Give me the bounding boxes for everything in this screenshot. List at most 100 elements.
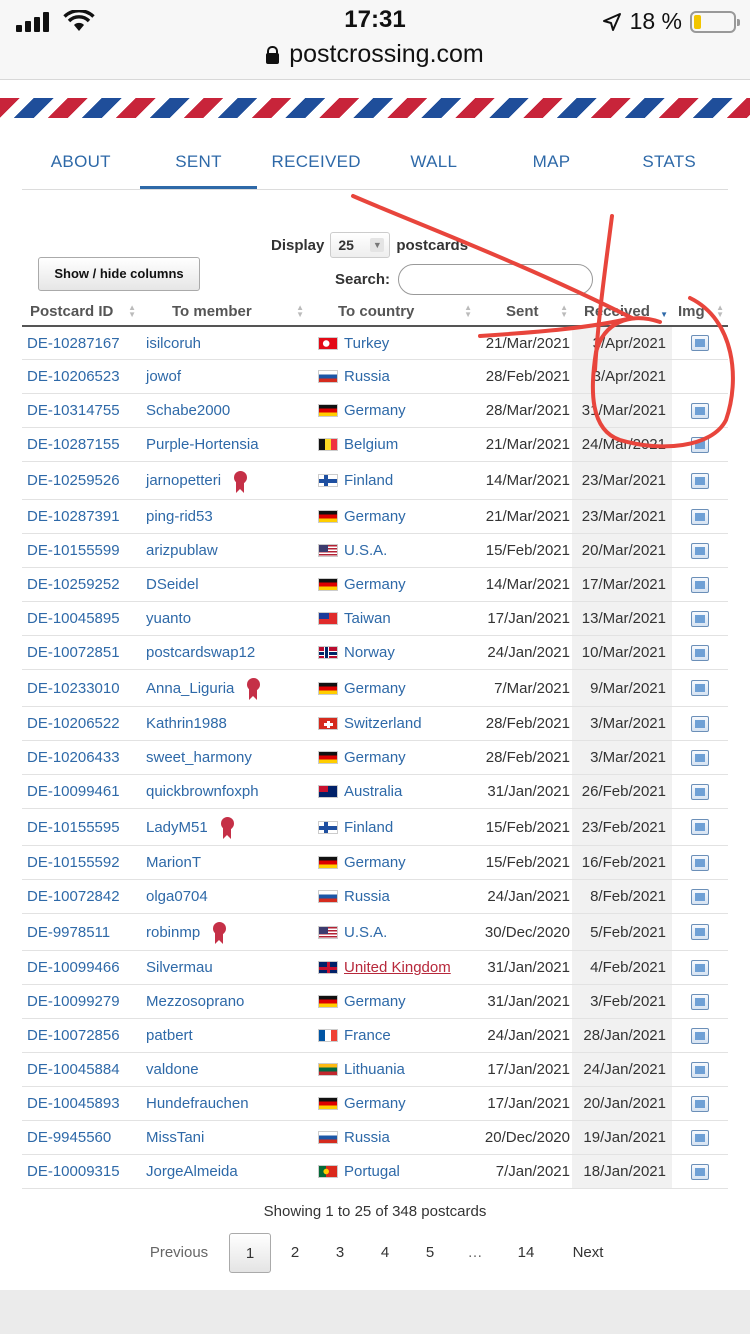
country-link[interactable]: Russia (344, 368, 390, 385)
postcard-id-link[interactable]: DE-10099461 (22, 783, 140, 800)
image-icon[interactable] (691, 924, 709, 940)
image-icon[interactable] (691, 715, 709, 732)
tab-wall[interactable]: WALL (375, 140, 493, 189)
member-link[interactable]: patbert (146, 1027, 193, 1044)
country-link[interactable]: Germany (344, 508, 406, 525)
page-button-14[interactable]: 14 (508, 1233, 544, 1273)
country-link[interactable]: France (344, 1027, 391, 1044)
postcard-id-link[interactable]: DE-10072851 (22, 644, 140, 661)
tab-stats[interactable]: STATS (610, 140, 728, 189)
postcard-id-link[interactable]: DE-10259526 (22, 472, 140, 489)
member-link[interactable]: olga0704 (146, 888, 208, 905)
postcard-id-link[interactable]: DE-10314755 (22, 402, 140, 419)
member-link[interactable]: jarnopetteri (146, 472, 221, 489)
postcard-id-link[interactable]: DE-10045895 (22, 610, 140, 627)
postcard-id-link[interactable]: DE-9978511 (22, 924, 140, 941)
page-button-2[interactable]: 2 (279, 1233, 311, 1273)
postcard-id-link[interactable]: DE-10206433 (22, 749, 140, 766)
postcard-id-link[interactable]: DE-10206522 (22, 715, 140, 732)
country-link[interactable]: Germany (344, 993, 406, 1010)
postcard-id-link[interactable]: DE-10155599 (22, 542, 140, 559)
country-link[interactable]: U.S.A. (344, 542, 387, 559)
country-link[interactable]: Finland (344, 819, 393, 836)
member-link[interactable]: Purple-Hortensia (146, 436, 259, 453)
image-icon[interactable] (691, 993, 709, 1010)
country-link[interactable]: Turkey (344, 335, 389, 352)
country-link[interactable]: Portugal (344, 1163, 400, 1180)
image-icon[interactable] (691, 508, 709, 525)
country-link[interactable]: Russia (344, 1129, 390, 1146)
tab-received[interactable]: RECEIVED (257, 140, 375, 189)
country-link[interactable]: Switzerland (344, 715, 422, 732)
member-link[interactable]: Anna_Liguria (146, 680, 234, 697)
postcard-id-link[interactable]: DE-10099279 (22, 993, 140, 1010)
member-link[interactable]: JorgeAlmeida (146, 1163, 238, 1180)
show-hide-columns-button[interactable]: Show / hide columns (38, 257, 200, 291)
postcard-id-link[interactable]: DE-10206523 (22, 368, 140, 385)
image-icon[interactable] (691, 888, 709, 905)
image-icon[interactable] (691, 959, 709, 976)
image-icon[interactable] (691, 783, 709, 800)
image-icon[interactable] (691, 1061, 709, 1078)
country-link[interactable]: Lithuania (344, 1061, 405, 1078)
image-icon[interactable] (691, 1095, 709, 1112)
column-header-to-member[interactable]: To member ▲ ▼ (140, 296, 308, 325)
image-icon[interactable] (691, 644, 709, 661)
search-input[interactable] (398, 264, 594, 295)
image-icon[interactable] (691, 472, 709, 489)
postcard-id-link[interactable]: DE-10287155 (22, 436, 140, 453)
url-bar[interactable]: postcrossing.com (0, 40, 750, 69)
member-link[interactable]: Silvermau (146, 959, 213, 976)
column-header-sent[interactable]: Sent ▲ ▼ (476, 296, 572, 325)
country-link[interactable]: Australia (344, 783, 402, 800)
display-count-select[interactable]: 25 ▼ (330, 232, 391, 258)
member-link[interactable]: MissTani (146, 1129, 204, 1146)
postcard-id-link[interactable]: DE-10287391 (22, 508, 140, 525)
page-button-3[interactable]: 3 (324, 1233, 356, 1273)
member-link[interactable]: quickbrownfoxph (146, 783, 259, 800)
image-icon[interactable] (691, 610, 709, 627)
member-link[interactable]: yuanto (146, 610, 191, 627)
country-link[interactable]: Germany (344, 680, 406, 697)
member-link[interactable]: MarionT (146, 854, 201, 871)
image-icon[interactable] (691, 680, 709, 696)
country-link[interactable]: United Kingdom (344, 959, 451, 976)
page-button-5[interactable]: 5 (414, 1233, 446, 1273)
image-icon[interactable] (691, 819, 709, 835)
postcard-id-link[interactable]: DE-10072856 (22, 1027, 140, 1044)
image-icon[interactable] (691, 749, 709, 766)
country-link[interactable]: U.S.A. (344, 924, 387, 941)
postcard-id-link[interactable]: DE-10072842 (22, 888, 140, 905)
postcard-id-link[interactable]: DE-10045884 (22, 1061, 140, 1078)
image-icon[interactable] (691, 542, 709, 559)
image-icon[interactable] (691, 402, 709, 419)
page-button-1[interactable]: 1 (229, 1233, 271, 1273)
image-icon[interactable] (691, 1129, 709, 1146)
next-page-button[interactable]: Next (562, 1233, 614, 1273)
member-link[interactable]: Mezzosoprano (146, 993, 244, 1010)
postcard-id-link[interactable]: DE-9945560 (22, 1129, 140, 1146)
member-link[interactable]: Schabe2000 (146, 402, 230, 419)
member-link[interactable]: robinmp (146, 924, 200, 941)
member-link[interactable]: ping-rid53 (146, 508, 213, 525)
image-icon[interactable] (691, 854, 709, 871)
postcard-id-link[interactable]: DE-10155595 (22, 819, 140, 836)
country-link[interactable]: Germany (344, 854, 406, 871)
column-header-to-country[interactable]: To country ▲ ▼ (308, 296, 476, 325)
member-link[interactable]: Hundefrauchen (146, 1095, 249, 1112)
column-header-received[interactable]: Received ▼ (572, 296, 672, 325)
member-link[interactable]: sweet_harmony (146, 749, 252, 766)
postcard-id-link[interactable]: DE-10099466 (22, 959, 140, 976)
member-link[interactable]: LadyM51 (146, 819, 208, 836)
image-icon[interactable] (691, 576, 709, 593)
image-icon[interactable] (691, 436, 709, 453)
country-link[interactable]: Taiwan (344, 610, 391, 627)
member-link[interactable]: DSeidel (146, 576, 199, 593)
postcard-id-link[interactable]: DE-10155592 (22, 854, 140, 871)
tab-map[interactable]: MAP (493, 140, 611, 189)
country-link[interactable]: Russia (344, 888, 390, 905)
previous-page-button[interactable]: Previous (140, 1233, 218, 1273)
postcard-id-link[interactable]: DE-10009315 (22, 1163, 140, 1180)
member-link[interactable]: arizpublaw (146, 542, 218, 559)
country-link[interactable]: Germany (344, 402, 406, 419)
